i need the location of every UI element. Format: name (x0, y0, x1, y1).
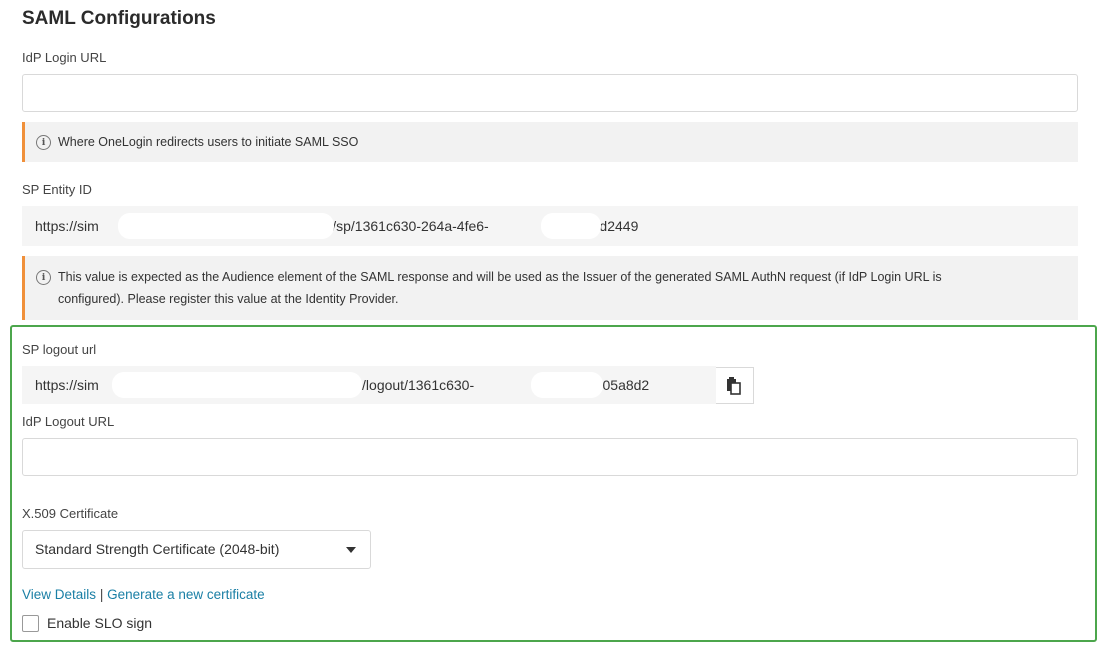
chevron-down-icon (346, 547, 356, 553)
page-title: SAML Configurations (22, 8, 216, 29)
sp-entity-hint: i This value is expected as the Audience … (22, 256, 1078, 320)
idp-login-hint: i Where OneLogin redirects users to initi… (22, 122, 1078, 162)
view-details-link[interactable]: View Details (22, 587, 96, 602)
certificate-label: X.509 Certificate (22, 506, 119, 521)
enable-slo-sign-checkbox[interactable] (22, 614, 39, 632)
info-icon: i (36, 270, 51, 285)
enable-slo-sign-label: Enable SLO sign (47, 615, 153, 631)
certificate-links: View Details | Generate a new certificat… (22, 587, 265, 602)
certificate-selected-value: Standard Strength Certificate (2048-bit) (35, 541, 280, 557)
sp-entity-id-label: SP Entity ID (22, 182, 92, 197)
sp-entity-hint-line1: This value is expected as the Audience e… (58, 270, 942, 284)
clipboard-icon (727, 377, 741, 395)
link-separator: | (99, 587, 104, 602)
redaction-mask (531, 372, 603, 398)
idp-login-hint-text: Where OneLogin redirects users to initia… (58, 135, 359, 149)
copy-button[interactable] (716, 367, 754, 404)
certificate-select[interactable]: Standard Strength Certificate (2048-bit) (22, 530, 371, 569)
redaction-mask (541, 213, 601, 239)
sp-logout-url-start: https://sim (35, 377, 99, 393)
sp-logout-url-label: SP logout url (22, 342, 97, 357)
idp-login-url-input[interactable] (22, 74, 1078, 112)
info-icon: i (36, 135, 51, 151)
redaction-mask (112, 372, 362, 398)
sp-entity-hint-line2: configured). Please register this value … (58, 292, 399, 306)
sp-entity-id-start: https://sim (35, 218, 99, 234)
redaction-mask (118, 213, 334, 239)
idp-logout-url-input[interactable] (22, 438, 1078, 476)
enable-slo-sign-row: Enable SLO sign (22, 614, 153, 632)
idp-login-url-label: IdP Login URL (22, 50, 107, 65)
idp-logout-url-label: IdP Logout URL (22, 414, 115, 429)
generate-certificate-link[interactable]: Generate a new certificate (107, 587, 265, 602)
